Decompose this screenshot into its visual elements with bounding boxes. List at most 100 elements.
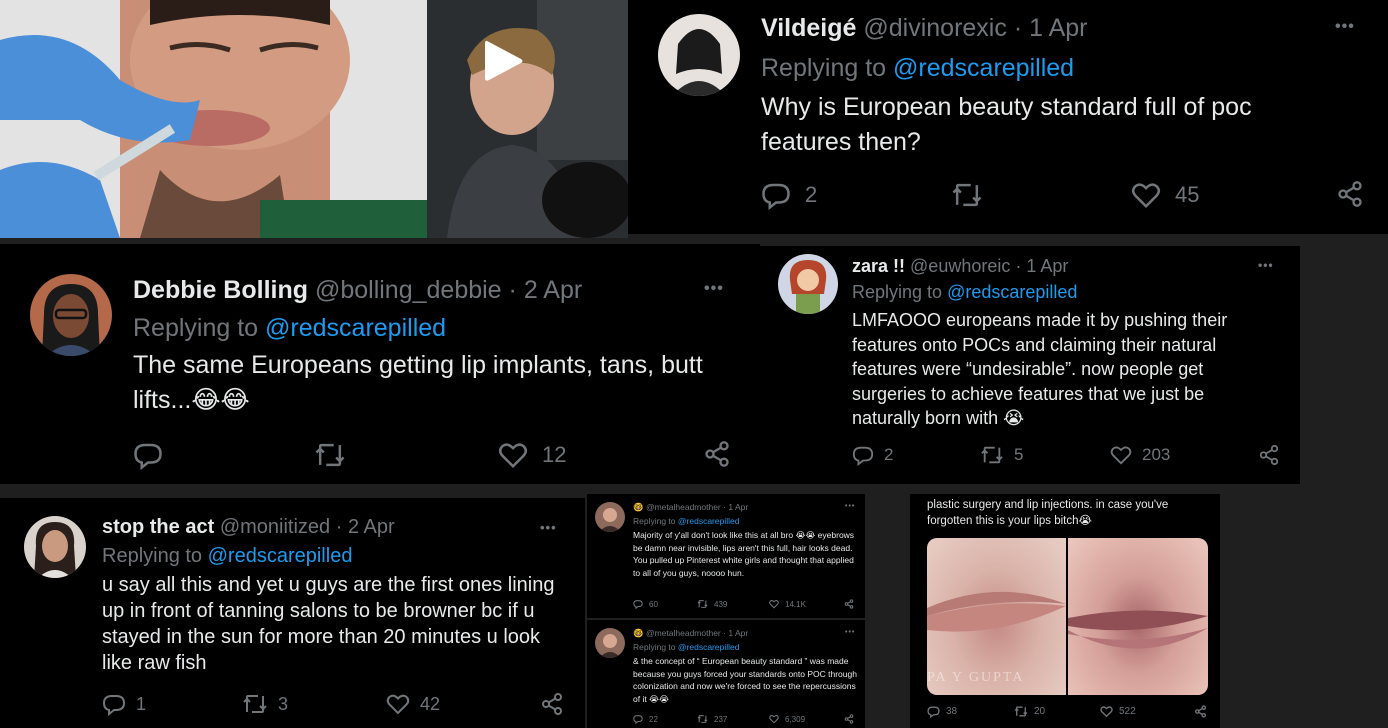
more-options-icon[interactable]: •••: [1258, 258, 1274, 272]
replying-to: Replying to @redscarepilled: [852, 282, 1077, 303]
avatar[interactable]: [595, 628, 625, 658]
tweet-date[interactable]: 1 Apr: [728, 628, 748, 638]
replying-label: Replying to: [633, 642, 676, 652]
tweet-header: 🤓 @metalheadmother · 1 Apr: [633, 502, 749, 512]
user-handle[interactable]: @moniitized: [220, 516, 330, 538]
repost-icon: [951, 180, 983, 210]
reply-icon: [633, 599, 643, 609]
tweet-date[interactable]: 1 Apr: [1029, 14, 1087, 42]
reply-count: 1: [136, 693, 147, 714]
more-options-icon[interactable]: •••: [845, 503, 855, 510]
like-button[interactable]: 42: [386, 692, 440, 716]
like-button[interactable]: 6,309: [769, 714, 805, 724]
share-button[interactable]: [844, 599, 854, 609]
repost-icon: [697, 714, 708, 724]
share-button[interactable]: [1194, 705, 1207, 718]
tweet-vildeige[interactable]: Vildeigé @divinorexic · 1 Apr ••• Replyi…: [628, 0, 1388, 234]
display-name[interactable]: 🤓: [633, 502, 644, 512]
like-button[interactable]: 45: [1131, 180, 1199, 210]
share-button[interactable]: [540, 692, 564, 716]
like-button[interactable]: 522: [1100, 705, 1136, 718]
heart-icon: [498, 440, 528, 470]
repost-button[interactable]: 439: [697, 599, 727, 609]
reply-count: 2: [805, 182, 818, 207]
avatar[interactable]: [595, 502, 625, 532]
share-button[interactable]: [1336, 180, 1364, 208]
user-handle[interactable]: @bolling_debbie: [315, 276, 502, 304]
tweet-lips-comparison[interactable]: plastic surgery and lip injections. in c…: [910, 494, 1220, 728]
avatar[interactable]: [658, 14, 740, 96]
reply-to-handle[interactable]: @redscarepilled: [265, 314, 446, 342]
reply-to-handle[interactable]: @redscarepilled: [678, 516, 740, 526]
display-name[interactable]: zara !!: [852, 256, 905, 276]
user-handle[interactable]: @euwhoreic: [910, 256, 1010, 276]
share-button[interactable]: [703, 440, 731, 468]
play-icon[interactable]: [483, 38, 525, 84]
repost-icon: [980, 444, 1004, 466]
watermark: PA Y GUPTA: [927, 670, 1025, 685]
reply-button[interactable]: [133, 440, 163, 470]
tweet-date[interactable]: 1 Apr: [728, 502, 748, 512]
reply-button[interactable]: 38: [927, 705, 957, 718]
more-options-icon[interactable]: •••: [845, 629, 855, 636]
video-thumbnail[interactable]: [427, 0, 628, 238]
tweet-date[interactable]: 1 Apr: [1026, 256, 1068, 276]
repost-button[interactable]: 3: [242, 692, 288, 716]
like-button[interactable]: 203: [1110, 444, 1170, 466]
tweet-date[interactable]: 2 Apr: [524, 276, 582, 304]
tweet-date[interactable]: 2 Apr: [348, 516, 395, 538]
reply-button[interactable]: 1: [102, 692, 146, 716]
like-count: 522: [1119, 706, 1136, 717]
reply-icon: [133, 440, 163, 470]
user-handle[interactable]: @metalheadmother: [646, 628, 721, 638]
display-name[interactable]: Debbie Bolling: [133, 276, 308, 304]
repost-count: 20: [1034, 706, 1046, 717]
repost-count: 5: [1014, 445, 1024, 464]
repost-button[interactable]: 237: [697, 714, 727, 724]
reply-icon: [852, 444, 874, 466]
tweet-stop-the-act[interactable]: stop the act @moniitized · 2 Apr ••• Rep…: [0, 498, 585, 728]
more-options-icon[interactable]: •••: [1335, 18, 1355, 36]
user-handle[interactable]: @metalheadmother: [646, 502, 721, 512]
display-name[interactable]: stop the act: [102, 516, 214, 538]
tweet-text: & the concept of “ European beauty stand…: [633, 656, 857, 704]
share-icon: [844, 714, 854, 724]
like-count: 14.1K: [785, 599, 806, 609]
reply-button[interactable]: 22: [633, 714, 658, 724]
repost-button[interactable]: 20: [1014, 705, 1045, 718]
like-button[interactable]: 12: [498, 440, 566, 470]
heart-icon: [769, 714, 779, 724]
user-handle[interactable]: @divinorexic: [863, 14, 1006, 42]
share-button[interactable]: [844, 714, 854, 724]
reply-button[interactable]: 2: [852, 444, 893, 466]
avatar[interactable]: [24, 516, 86, 578]
repost-button[interactable]: [951, 180, 983, 210]
reply-button[interactable]: 60: [633, 599, 658, 609]
reply-button[interactable]: 2: [761, 180, 817, 210]
replying-to: Replying to @redscarepilled: [102, 545, 352, 568]
lips-comparison-image[interactable]: PA Y GUPTA: [927, 538, 1208, 695]
like-button[interactable]: 14.1K: [769, 599, 806, 609]
tweet-zara[interactable]: zara !! @euwhoreic · 1 Apr ••• Replying …: [760, 246, 1300, 484]
tweet-debbie-bolling[interactable]: Debbie Bolling @bolling_debbie · 2 Apr •…: [0, 244, 760, 484]
replying-to: Replying to @redscarepilled: [761, 54, 1074, 83]
avatar[interactable]: [30, 274, 112, 356]
reply-to-handle[interactable]: @redscarepilled: [947, 282, 1077, 302]
more-options-icon[interactable]: •••: [704, 280, 724, 298]
more-options-icon[interactable]: •••: [540, 520, 557, 535]
repost-count: 237: [714, 714, 728, 724]
repost-button[interactable]: 5: [980, 444, 1023, 466]
tweet-metalheadmother-2[interactable]: 🤓 @metalheadmother · 1 Apr ••• Replying …: [587, 620, 865, 728]
tweet-metalheadmother-1[interactable]: 🤓 @metalheadmother · 1 Apr ••• Replying …: [587, 494, 865, 618]
replying-to: Replying to @redscarepilled: [133, 314, 446, 343]
like-count: 6,309: [785, 714, 806, 724]
share-button[interactable]: [1258, 444, 1280, 466]
reply-to-handle[interactable]: @redscarepilled: [678, 642, 740, 652]
reply-to-handle[interactable]: @redscarepilled: [893, 54, 1074, 82]
display-name[interactable]: Vildeigé: [761, 14, 856, 42]
repost-button[interactable]: [314, 440, 346, 470]
reply-to-handle[interactable]: @redscarepilled: [208, 545, 353, 567]
display-name[interactable]: 🤓: [633, 628, 644, 638]
replying-label: Replying to: [133, 314, 259, 342]
avatar[interactable]: [778, 254, 838, 314]
